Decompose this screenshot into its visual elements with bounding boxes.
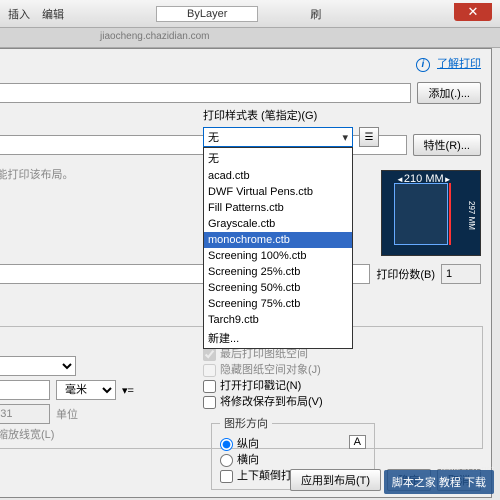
plot-stamp[interactable]: 打开打印戳记(N) bbox=[203, 380, 301, 392]
properties-button[interactable]: 特性(R)... bbox=[413, 134, 481, 156]
style-option[interactable]: monochrome.ctb bbox=[204, 232, 352, 248]
style-option[interactable]: Screening 100%.ctb bbox=[204, 248, 352, 264]
scale-den bbox=[0, 404, 50, 424]
landscape-radio[interactable]: 横向 bbox=[220, 454, 259, 466]
scale-den-unit: 单位 bbox=[56, 406, 78, 422]
paper-preview: ◄210 MM► 297 MM bbox=[381, 170, 481, 256]
orientation-icon: A bbox=[349, 435, 366, 449]
orientation-legend: 图形方向 bbox=[220, 415, 272, 431]
apply-button[interactable]: 应用到布局(T) bbox=[290, 469, 381, 491]
ratio-select[interactable]: 自定义 bbox=[0, 356, 76, 376]
style-option[interactable]: Tarch9.ctb bbox=[204, 312, 352, 328]
style-option[interactable]: 无 bbox=[204, 148, 352, 168]
style-option[interactable]: Fill Patterns.ctb bbox=[204, 200, 352, 216]
style-table-label: 打印样式表 (笔指定)(G) bbox=[203, 107, 383, 123]
style-option[interactable]: Screening 50%.ctb bbox=[204, 280, 352, 296]
style-option[interactable]: Screening 25%.ctb bbox=[204, 264, 352, 280]
save-to-layout[interactable]: 将修改保存到布局(V) bbox=[203, 396, 323, 408]
edit-style-button[interactable]: ☰ bbox=[359, 127, 379, 147]
app-titlebar: 插入 编辑 ByLayer 刷 ✕ bbox=[0, 0, 500, 28]
menu-insert[interactable]: 插入 bbox=[8, 6, 30, 22]
style-option[interactable]: Grayscale.ctb bbox=[204, 216, 352, 232]
style-option[interactable]: acad.ctb bbox=[204, 168, 352, 184]
style-option[interactable]: DWF Virtual Pens.ctb bbox=[204, 184, 352, 200]
copies-label: 打印份数(B) bbox=[376, 266, 435, 282]
dim-height: 297 MM bbox=[467, 201, 476, 230]
scale-lineweight: 缩放线宽(L) bbox=[0, 429, 54, 441]
portrait-radio[interactable]: 纵向 bbox=[220, 438, 259, 450]
scale-num-unit[interactable]: 毫米 bbox=[56, 380, 116, 400]
style-dropdown[interactable]: 无 无acad.ctbDWF Virtual Pens.ctbFill Patt… bbox=[203, 127, 353, 147]
plot-paperspace-last: 最后打印图纸空间 bbox=[203, 348, 308, 360]
help-link[interactable]: 了解打印 bbox=[437, 58, 481, 70]
layer-combo[interactable]: ByLayer bbox=[156, 6, 258, 22]
watermark-text: 脚本之家 教程 下载 bbox=[384, 470, 494, 494]
url-bar: jiaocheng.chazidian.com bbox=[0, 28, 500, 48]
style-option[interactable]: Screening 75%.ctb bbox=[204, 296, 352, 312]
add-button[interactable]: 添加(.)... bbox=[417, 82, 481, 104]
printer-combo[interactable] bbox=[0, 83, 411, 103]
scale-num[interactable] bbox=[0, 380, 50, 400]
tool-brush[interactable]: 刷 bbox=[310, 6, 321, 22]
equals-icon: ▾= bbox=[122, 384, 134, 397]
style-dropdown-list: 无acad.ctbDWF Virtual Pens.ctbFill Patter… bbox=[203, 147, 353, 349]
hide-paperspace: 隐藏图纸空间对象(J) bbox=[203, 364, 321, 376]
plot-dialog: i 了解打印 添加(.)... 特性(R)... x配置名称之前，不能打印该布局… bbox=[0, 48, 492, 498]
style-option[interactable]: 新建... bbox=[204, 328, 352, 348]
copies-input bbox=[441, 264, 481, 284]
info-icon: i bbox=[416, 58, 430, 72]
menu-edit[interactable]: 编辑 bbox=[42, 6, 64, 22]
close-icon[interactable]: ✕ bbox=[454, 3, 492, 21]
